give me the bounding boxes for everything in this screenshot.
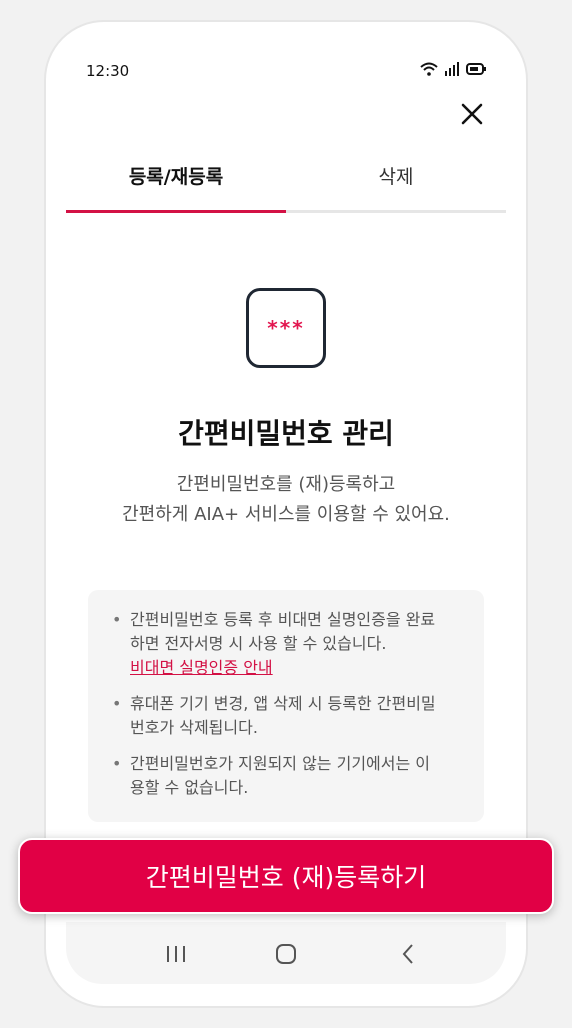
status-time: 12:30	[86, 62, 130, 80]
description-line-1: 간편비밀번호를 (재)등록하고	[176, 474, 396, 495]
back-icon[interactable]	[388, 940, 428, 968]
page-title: 간편비밀번호 관리	[178, 417, 394, 450]
info-item-2-line-2: 번호가 삭제됩니다.	[130, 718, 258, 737]
tab-delete[interactable]: 삭제	[286, 162, 506, 207]
system-navigation-bar	[66, 922, 506, 984]
active-tab-indicator	[66, 210, 286, 213]
info-item-1-line-2: 하면 전자서명 시 사용 할 수 있습니다.	[130, 634, 387, 653]
close-icon[interactable]	[458, 100, 486, 128]
info-item-2-line-1: 휴대폰 기기 변경, 앱 삭제 시 등록한 간편비밀	[130, 694, 436, 713]
description-line-2: 간편하게 AIA+ 서비스를 이용할 수 있어요.	[122, 504, 450, 525]
description: 간편비밀번호를 (재)등록하고 간편하게 AIA+ 서비스를 이용할 수 있어요…	[46, 470, 526, 530]
signal-icon	[445, 62, 459, 76]
wifi-icon	[420, 62, 438, 76]
identity-verification-guide-link[interactable]: 비대면 실명인증 안내	[130, 658, 273, 677]
info-list: 간편비밀번호 등록 후 비대면 실명인증을 완료 하면 전자서명 시 사용 할 …	[112, 608, 460, 800]
info-item-3-line-1: 간편비밀번호가 지원되지 않는 기기에서는 이	[130, 754, 431, 773]
info-item: 간편비밀번호 등록 후 비대면 실명인증을 완료 하면 전자서명 시 사용 할 …	[112, 608, 460, 680]
info-item: 휴대폰 기기 변경, 앱 삭제 시 등록한 간편비밀 번호가 삭제됩니다.	[112, 692, 460, 740]
tab-bar: 등록/재등록 삭제	[66, 162, 506, 213]
recent-apps-icon[interactable]	[156, 940, 196, 968]
password-stars: ***	[267, 316, 305, 340]
home-icon[interactable]	[266, 940, 306, 968]
info-box: 간편비밀번호 등록 후 비대면 실명인증을 완료 하면 전자서명 시 사용 할 …	[88, 590, 484, 822]
info-item: 간편비밀번호가 지원되지 않는 기기에서는 이 용할 수 없습니다.	[112, 752, 460, 800]
info-item-3-line-2: 용할 수 없습니다.	[130, 778, 249, 797]
register-password-button[interactable]: 간편비밀번호 (재)등록하기	[18, 838, 554, 914]
status-icons	[420, 62, 486, 76]
battery-icon	[466, 63, 486, 75]
tab-register[interactable]: 등록/재등록	[66, 162, 286, 207]
status-bar: 12:30	[86, 62, 486, 82]
password-icon: ***	[246, 288, 326, 368]
info-item-1-line-1: 간편비밀번호 등록 후 비대면 실명인증을 완료	[130, 610, 436, 629]
